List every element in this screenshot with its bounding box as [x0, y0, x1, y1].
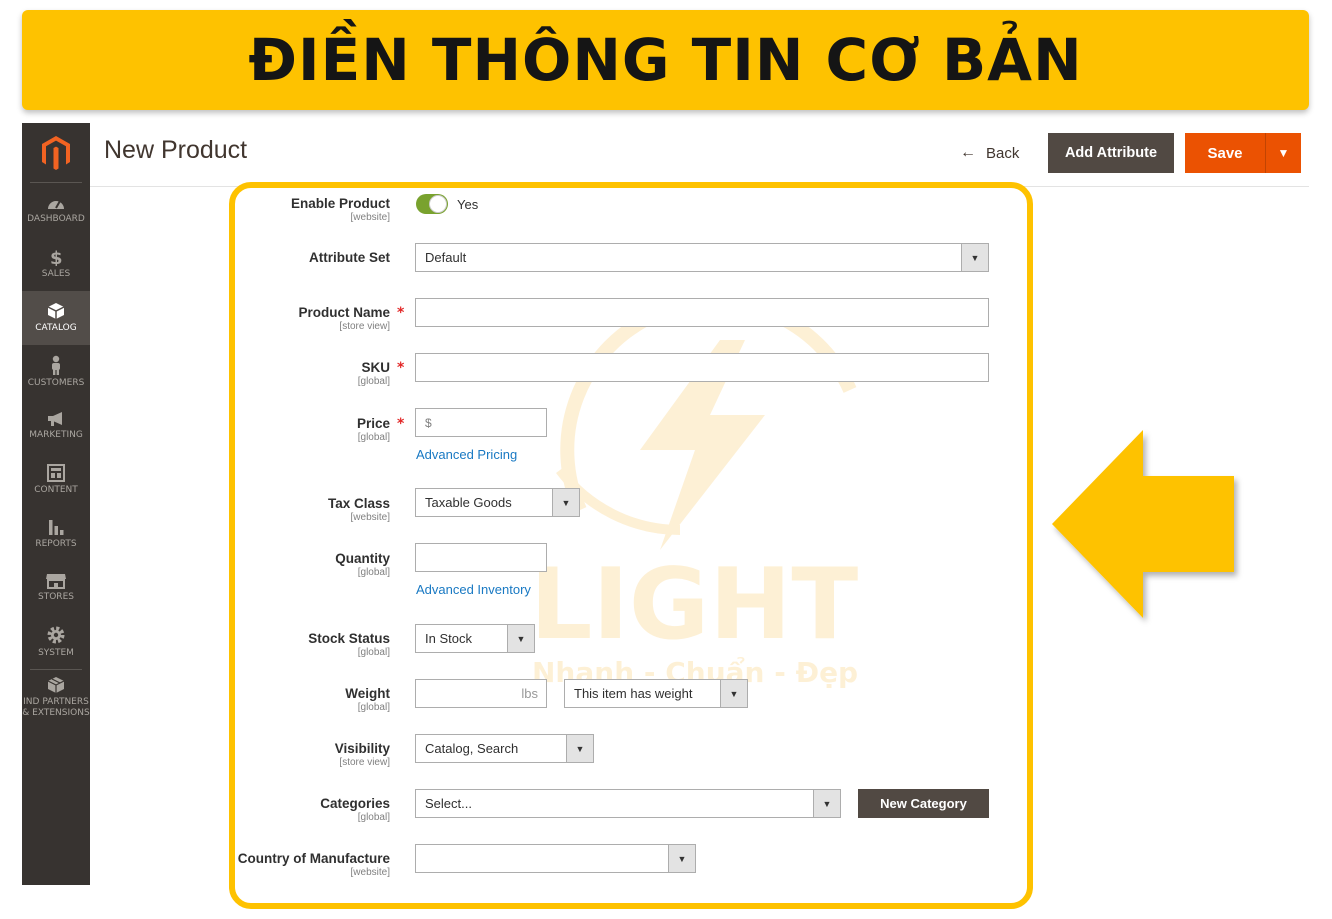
svg-text:$: $	[50, 248, 63, 266]
nav-label: IND PARTNERS & EXTENSIONS	[22, 696, 90, 718]
title-banner: ĐIỀN THÔNG TIN CƠ BẢN	[22, 10, 1309, 110]
magento-logo-icon	[42, 135, 70, 170]
nav-system[interactable]: SYSTEM	[22, 615, 90, 669]
nav-label: REPORTS	[35, 539, 77, 549]
nav-dashboard[interactable]: DASHBOARD	[22, 183, 90, 237]
store-icon	[46, 574, 66, 589]
save-button[interactable]: Save	[1185, 133, 1265, 173]
page-title: New Product	[104, 136, 248, 164]
person-icon	[52, 355, 60, 375]
nav-label: STORES	[38, 592, 74, 602]
nav-partners-extensions[interactable]: IND PARTNERS & EXTENSIONS	[22, 670, 90, 724]
save-split-button: Save ▼	[1185, 133, 1301, 173]
nav-sales[interactable]: $ SALES	[22, 237, 90, 291]
dollar-icon: $	[50, 248, 63, 266]
box-icon	[47, 303, 65, 319]
caret-down-icon: ▼	[1277, 146, 1290, 160]
nav-label: MARKETING	[29, 430, 83, 440]
megaphone-icon	[48, 412, 62, 426]
nav-catalog[interactable]: CATALOG	[22, 291, 90, 345]
admin-sidebar: DASHBOARD $ SALES CATALOG CUSTOMERS MARK…	[22, 123, 90, 885]
nav-stores[interactable]: STORES	[22, 561, 90, 615]
back-button[interactable]: ← Back	[960, 142, 1019, 164]
pointer-arrow-icon	[1052, 430, 1234, 618]
banner-title: ĐIỀN THÔNG TIN CƠ BẢN	[248, 26, 1083, 94]
highlight-frame	[229, 182, 1033, 909]
dashboard-icon	[48, 200, 64, 209]
save-options-toggle[interactable]: ▼	[1266, 133, 1301, 173]
nav-label: CUSTOMERS	[27, 378, 85, 388]
nav-label: CATALOG	[35, 323, 77, 333]
cubes-icon	[47, 676, 65, 693]
layout-icon	[47, 464, 65, 482]
nav-label: SALES	[41, 269, 71, 279]
nav-label: SYSTEM	[38, 648, 74, 658]
nav-customers[interactable]: CUSTOMERS	[22, 345, 90, 399]
bar-chart-icon	[49, 520, 64, 535]
nav-label: CONTENT	[34, 485, 78, 495]
nav-reports[interactable]: REPORTS	[22, 507, 90, 561]
magento-logo[interactable]	[30, 123, 82, 183]
add-attribute-button[interactable]: Add Attribute	[1048, 133, 1174, 173]
arrow-left-icon: ←	[960, 144, 976, 161]
gear-icon	[47, 626, 65, 644]
back-label: Back	[986, 144, 1020, 162]
nav-content[interactable]: CONTENT	[22, 453, 90, 507]
nav-label: DASHBOARD	[27, 214, 85, 224]
nav-marketing[interactable]: MARKETING	[22, 399, 90, 453]
